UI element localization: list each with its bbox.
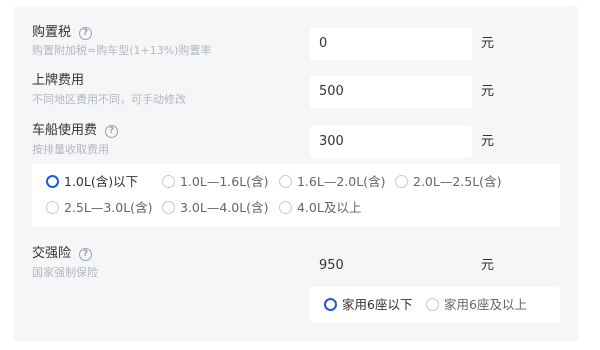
license-fee-hint: 不同地区费用不同，可手动修改 <box>32 93 186 106</box>
displacement-option[interactable]: 2.0L—2.5L(含) <box>395 174 501 190</box>
vessel-tax-input[interactable]: 300 <box>310 126 472 158</box>
seat-option[interactable]: 家用6座及以上 <box>426 297 527 313</box>
license-fee-unit: 元 <box>481 84 495 99</box>
license-fee-label: 上牌费用 <box>32 73 85 88</box>
vessel-tax-unit: 元 <box>481 134 495 149</box>
radio-icon <box>162 175 175 188</box>
radio-icon <box>426 298 439 311</box>
seat-options: 家用6座以下 家用6座及以上 <box>310 287 560 323</box>
radio-icon <box>46 201 59 214</box>
displacement-option[interactable]: 4.0L及以上 <box>279 200 361 216</box>
displacement-option[interactable]: 1.6L—2.0L(含) <box>279 174 385 190</box>
vessel-tax-label: 车船使用费? <box>32 123 119 139</box>
vessel-tax-hint: 按排量收取费用 <box>32 143 109 156</box>
purchase-tax-unit: 元 <box>481 36 495 51</box>
purchase-tax-hint: 购置附加税=购车型(1+13%)购置率 <box>32 44 212 57</box>
radio-checked-icon <box>324 298 337 311</box>
seat-option[interactable]: 家用6座以下 <box>324 297 412 313</box>
help-icon[interactable]: ? <box>79 248 93 261</box>
purchase-tax-input[interactable]: 0 <box>310 28 472 60</box>
radio-icon <box>162 201 175 214</box>
help-icon[interactable]: ? <box>79 27 93 40</box>
insurance-unit: 元 <box>481 258 495 273</box>
radio-checked-icon <box>46 175 59 188</box>
license-fee-input[interactable]: 500 <box>310 76 472 108</box>
radio-icon <box>395 175 408 188</box>
radio-icon <box>279 201 292 214</box>
insurance-hint: 国家强制保险 <box>32 266 98 279</box>
displacement-option[interactable]: 3.0L—4.0L(含) <box>162 200 268 216</box>
radio-icon <box>279 175 292 188</box>
displacement-option[interactable]: 1.0L(含)以下 <box>46 174 138 190</box>
displacement-options: 1.0L(含)以下 1.0L—1.6L(含) 1.6L—2.0L(含) 2.0L… <box>32 164 560 227</box>
insurance-value: 950 <box>319 258 344 273</box>
purchase-tax-label: 购置税? <box>32 25 93 41</box>
displacement-option[interactable]: 2.5L—3.0L(含) <box>46 200 152 216</box>
displacement-option[interactable]: 1.0L—1.6L(含) <box>162 174 268 190</box>
insurance-label: 交强险? <box>32 246 93 262</box>
help-icon[interactable]: ? <box>105 125 119 138</box>
